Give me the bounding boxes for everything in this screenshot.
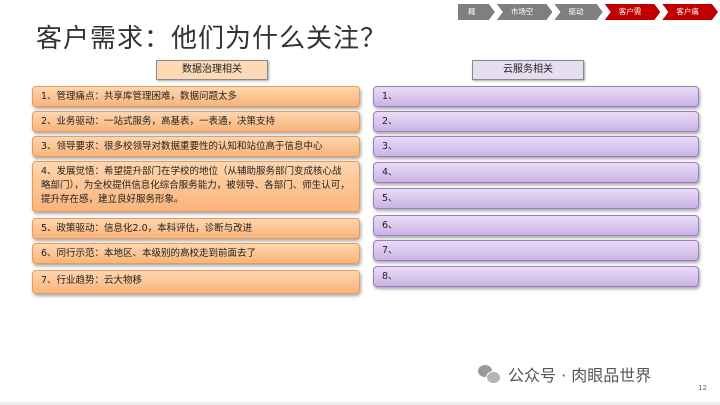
page-number: 12: [698, 384, 707, 392]
wechat-icon: [478, 363, 501, 385]
watermark: 公众号 · 肉眼品世界: [478, 362, 651, 386]
right-item-4: 4、: [373, 162, 699, 183]
page-title: 客户需求：他们为什么关注？: [36, 24, 388, 54]
left-item-5: 5、政策驱动：信息化2.0，本科评估，诊断与改进: [32, 218, 360, 239]
nav-step-concept[interactable]: 概念: [458, 4, 495, 20]
watermark-text: 公众号 · 肉眼品世界: [508, 366, 652, 385]
right-item-1: 1、: [373, 86, 699, 107]
nav-step-market[interactable]: 市场空间: [497, 4, 553, 20]
right-item-6: 6、: [373, 215, 699, 236]
left-item-6: 6、同行示范：本地区、本级别的高校走到前面去了: [32, 243, 360, 264]
data-governance-header: 数据治理相关: [156, 60, 268, 80]
left-item-4: 4、发展觉悟：希望提升部门在学校的地位（从辅助服务部门变成核心战略部门），为全校…: [32, 161, 360, 212]
left-item-2: 2、业务驱动：一站式服务，高基表，一表通，决策支持: [32, 111, 360, 132]
cloud-service-header: 云服务相关: [472, 60, 584, 80]
left-item-1: 1、管理痛点：共享库管理困难，数据问题太多: [32, 86, 360, 107]
right-item-3: 3、: [373, 136, 699, 157]
left-item-3: 3、领导要求：很多校领导对数据重要性的认知和站位高于信息中心: [32, 136, 360, 157]
nav-step-customer-pain[interactable]: 客户痛点: [662, 4, 718, 20]
nav-step-customer-needs[interactable]: 客户需求: [605, 4, 661, 20]
nav-step-driver[interactable]: 驱动力: [554, 4, 602, 20]
right-item-8: 8、: [373, 266, 699, 287]
right-item-5: 5、: [373, 188, 699, 209]
right-item-2: 2、: [373, 111, 699, 132]
left-item-7: 7、行业趋势：云大物移: [32, 270, 360, 294]
breadcrumb-nav: 概念 市场空间 驱动力 客户需求 客户痛点: [458, 4, 720, 20]
right-item-7: 7、: [373, 240, 699, 261]
